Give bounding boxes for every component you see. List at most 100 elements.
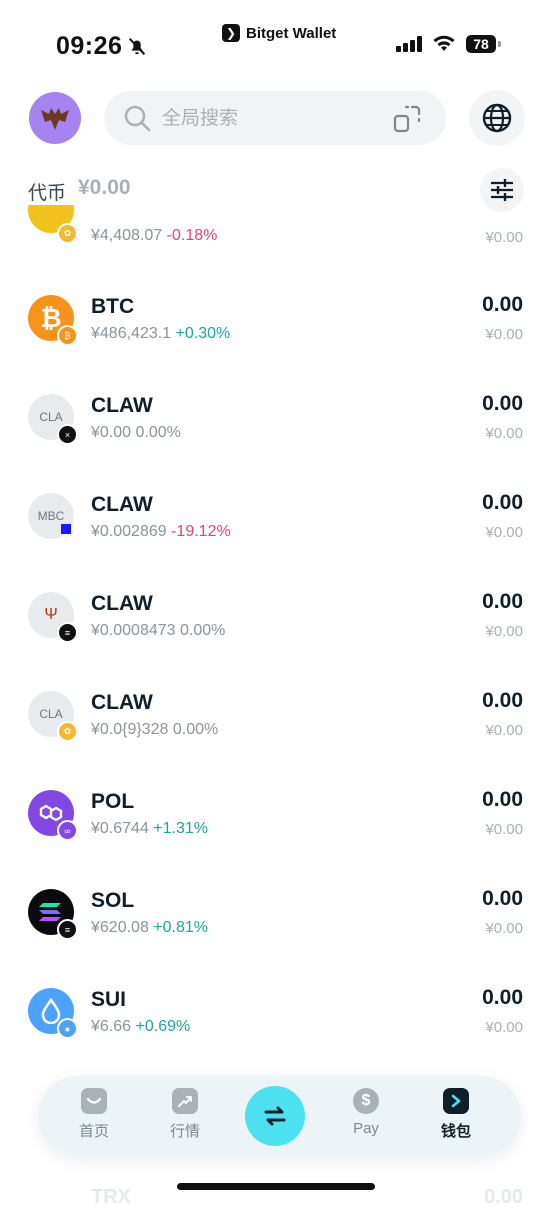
bell-muted-icon [128,37,146,55]
token-symbol: BTC [91,295,135,318]
token-row[interactable]: CLA × CLAW ¥0.00 0.00% 0.00 ¥0.00 [0,392,551,493]
search-input[interactable] [160,91,384,147]
clock: 09:26 [56,32,123,60]
home-icon [81,1088,107,1114]
nav-market-label: 行情 [169,1123,200,1140]
token-price-line: ¥0.0{9}328 0.00% [91,721,218,739]
coin-icon-text: CLA [39,707,63,721]
token-change: +0.30% [175,325,231,342]
token-price: ¥4,408.07 [91,227,163,244]
token-total-value: ¥0.00 [78,176,131,199]
scan-icon[interactable] [392,104,422,134]
token-change: +0.81% [153,919,209,936]
swap-arrows-icon [264,1106,286,1126]
token-price-line: ¥0.6744 +1.31% [91,820,208,838]
token-fiat-value: ¥0.00 [485,821,523,838]
token-price-line: ¥0.00 0.00% [91,424,181,442]
token-balance: 0.00 [482,986,523,1009]
token-change: 0.00% [179,622,226,639]
token-symbol: SUI [91,988,127,1011]
search-icon [124,105,151,132]
token-fiat-value: ¥0.00 [485,425,523,442]
token-price: ¥620.08 [91,919,149,936]
brand-header: ❯ Bitget Wallet [222,24,336,42]
token-symbol: POL [91,790,135,813]
coin-icon-text: MBC [37,509,65,523]
token-price: ¥0.0{9}328 [91,721,169,738]
token-price: ¥0.6744 [91,820,149,837]
token-change: +1.31% [153,820,209,837]
btc-chain-badge-icon: ₿ [57,325,78,346]
token-change: -0.18% [166,227,218,244]
token-fiat-value: ¥0.00 [485,524,523,541]
solana-chain-badge-icon: ≡ [57,919,78,940]
sui-drop-icon [41,998,61,1024]
swap-button[interactable] [245,1086,305,1146]
token-symbol: SOL [91,889,135,912]
token-fiat-value: ¥0.00 [485,1019,523,1036]
token-symbol: CLAW [91,394,153,417]
token-price: ¥6.66 [91,1018,132,1035]
language-button[interactable] [469,90,525,146]
token-balance: 0.00 [482,293,523,316]
token-change: 0.00% [172,721,219,738]
token-row[interactable]: CLA ✿ CLAW ¥0.0{9}328 0.00% 0.00 ¥0.00 [0,689,551,790]
dollar-coin-icon: $ [353,1088,379,1114]
nav-home[interactable]: 首页 [64,1088,124,1141]
token-balance: 0.00 [482,491,523,514]
globe-icon [482,103,512,133]
home-indicator [177,1183,375,1190]
token-price: ¥0.00 [91,424,132,441]
token-price-line: ¥0.002869 -19.12% [91,523,231,541]
bitget-logo-icon: ❯ [222,24,240,42]
avatar[interactable] [29,92,81,144]
trend-up-icon [172,1088,198,1114]
brand-name: Bitget Wallet [246,24,337,42]
token-price-line: ¥0.0008473 0.00% [91,622,225,640]
token-fiat-value: ¥0.00 [485,326,523,343]
nav-market[interactable]: 行情 [155,1088,215,1141]
token-balance: 0.00 [482,689,523,712]
partial-token-balance: 0.00 [484,1186,523,1208]
token-price-line: ¥4,408.07 -0.18% [91,227,217,245]
token-balance: 0.00 [482,392,523,415]
token-change: 0.00% [135,424,181,441]
token-fiat-value: ¥0.00 [485,229,523,246]
token-row[interactable]: ₿ ₿ BTC ¥486,423.1 +0.30% 0.00 ¥0.00 [0,293,551,394]
token-change: +0.69% [135,1018,191,1035]
token-row[interactable]: Ψ ≡ CLAW ¥0.0008473 0.00% 0.00 ¥0.00 [0,590,551,691]
tab-tokens[interactable]: 代币 [28,178,66,205]
nav-wallet[interactable]: 钱包 [426,1088,486,1141]
token-row[interactable]: ✿ ¥4,408.07 -0.18% ¥0.00 [0,205,551,255]
token-row[interactable]: MBC CLAW ¥0.002869 -19.12% 0.00 ¥0.00 [0,491,551,592]
x-chain-badge-icon: × [57,424,78,445]
partial-token-symbol: TRX [91,1186,131,1208]
sui-chain-badge-icon: ● [57,1018,78,1039]
token-symbol: CLAW [91,691,153,714]
bnb-chain-badge-icon: ✿ [57,721,78,742]
sliders-icon [491,179,513,201]
token-change: -19.12% [171,523,231,540]
battery-level: 78 [466,35,496,53]
nav-wallet-label: 钱包 [440,1123,471,1140]
token-fiat-value: ¥0.00 [485,722,523,739]
token-row[interactable]: ● SUI ¥6.66 +0.69% 0.00 ¥0.00 [0,986,551,1087]
cellular-signal-icon [396,36,422,52]
token-price-line: ¥6.66 +0.69% [91,1018,190,1036]
nav-pay[interactable]: $ Pay [336,1088,396,1137]
bat-avatar-icon [41,108,69,130]
token-row[interactable]: ≡ SOL ¥620.08 +0.81% 0.00 ¥0.00 [0,887,551,988]
token-row[interactable]: ∞ POL ¥0.6744 +1.31% 0.00 ¥0.00 [0,788,551,889]
polygon-chain-badge-icon: ∞ [57,820,78,841]
token-balance: 0.00 [482,887,523,910]
token-symbol: CLAW [91,493,153,516]
global-search-bar[interactable] [104,91,446,147]
token-balance: 0.00 [482,590,523,613]
wallet-icon [443,1088,469,1114]
token-price-line: ¥486,423.1 +0.30% [91,325,230,343]
coin-icon-text: CLA [39,410,63,424]
token-symbol: CLAW [91,592,153,615]
wifi-icon [433,35,455,51]
battery-tip-icon [498,41,501,47]
nav-home-label: 首页 [78,1123,109,1140]
